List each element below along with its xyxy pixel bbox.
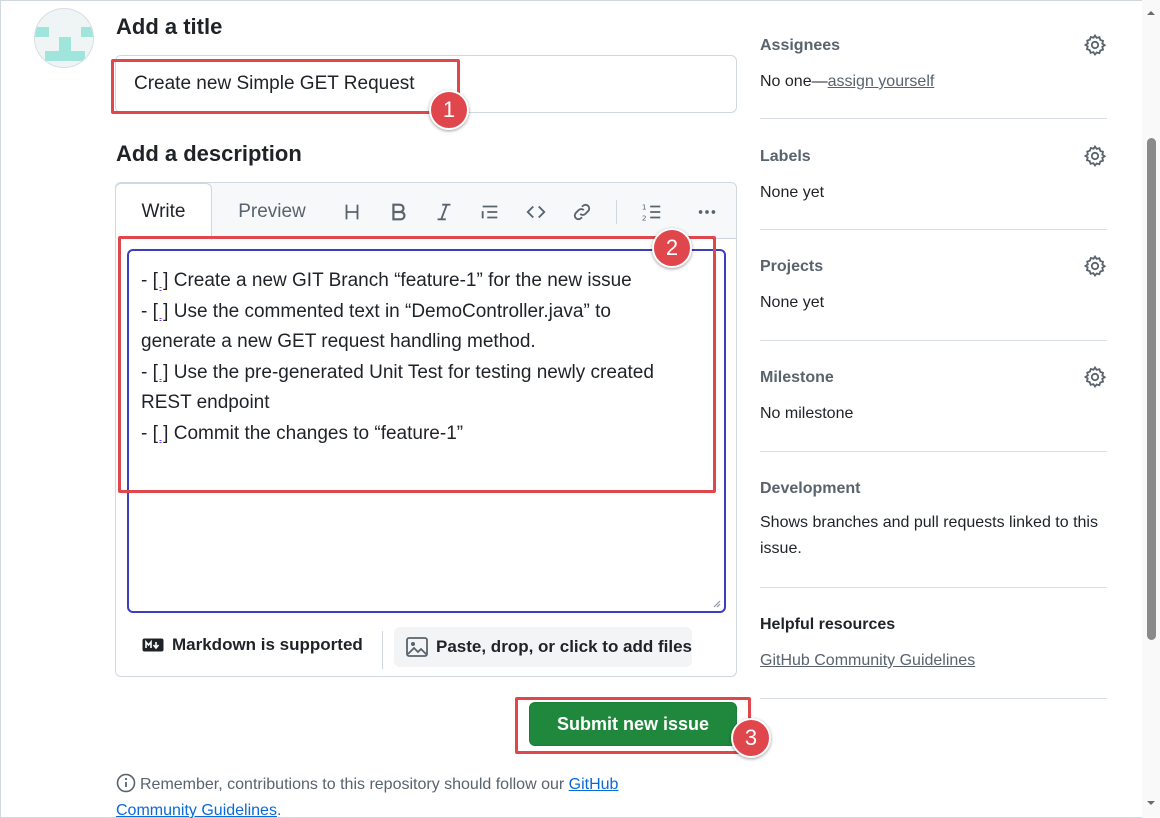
svg-text:1: 1 [642, 202, 647, 211]
quote-icon[interactable] [475, 197, 505, 227]
link-icon[interactable] [567, 197, 597, 227]
contribution-note-end: . [276, 802, 282, 818]
sidebar-labels: Labels None yet [760, 144, 1107, 202]
annotation-box-description [118, 236, 716, 493]
footer-divider [382, 631, 383, 669]
resize-handle-icon[interactable] [711, 598, 721, 608]
assign-yourself-link[interactable]: assign yourself [828, 73, 935, 90]
development-value: Shows branches and pull requests linked … [760, 514, 1098, 557]
code-icon[interactable] [521, 197, 551, 227]
sidebar-assignees: Assignees No one—assign yourself [760, 33, 1107, 91]
milestone-gear-icon[interactable] [1083, 365, 1107, 389]
sidebar-divider [760, 118, 1107, 119]
sidebar-divider [760, 340, 1107, 341]
contribution-note: Remember, contributions to this reposito… [116, 772, 716, 818]
projects-gear-icon[interactable] [1083, 254, 1107, 278]
guidelines-link-part1[interactable]: GitHub [569, 776, 619, 793]
more-icon[interactable] [692, 197, 722, 227]
guidelines-link-part2[interactable]: Community Guidelines [116, 802, 277, 818]
scroll-up-icon[interactable] [1146, 8, 1156, 18]
scrollbar-thumb[interactable] [1147, 138, 1156, 640]
annotation-box-title [111, 59, 460, 114]
markdown-icon [142, 638, 164, 652]
attach-files-button[interactable]: Paste, drop, or click to add files [394, 627, 692, 667]
assignees-gear-icon[interactable] [1083, 33, 1107, 57]
editor-toolbar: Write Preview 12 [115, 183, 736, 240]
labels-label: Labels [760, 148, 811, 165]
annotation-badge-3: 3 [731, 718, 771, 758]
sidebar-milestone: Milestone No milestone [760, 365, 1107, 423]
development-label: Development [760, 480, 861, 497]
scroll-down-icon[interactable] [1146, 798, 1156, 808]
milestone-value: No milestone [760, 405, 854, 422]
description-heading: Add a description [116, 141, 302, 166]
sidebar-projects: Projects None yet [760, 254, 1107, 312]
milestone-label: Milestone [760, 369, 834, 386]
scrollbar[interactable] [1142, 0, 1160, 818]
sidebar-development: Development Shows branches and pull requ… [760, 480, 1107, 562]
numbered-list-icon[interactable]: 12 [637, 197, 667, 227]
sidebar-divider [760, 229, 1107, 230]
annotation-box-submit [515, 697, 751, 754]
italic-icon[interactable] [429, 197, 459, 227]
markdown-supported[interactable]: Markdown is supported [142, 635, 363, 655]
toolbar-divider [616, 200, 617, 224]
editor-footer: Markdown is supported Paste, drop, or cl… [116, 623, 736, 675]
sidebar-helpful-resources: Helpful resources GitHub Community Guide… [760, 616, 1107, 670]
projects-value: None yet [760, 294, 825, 311]
assignees-label: Assignees [760, 37, 841, 54]
tab-preview[interactable]: Preview [224, 183, 320, 240]
info-icon [116, 773, 136, 793]
svg-text:2: 2 [642, 213, 647, 222]
markdown-note: Markdown is supported [172, 635, 363, 654]
labels-gear-icon[interactable] [1083, 144, 1107, 168]
sidebar-divider [760, 698, 1107, 699]
heading-icon[interactable] [337, 197, 367, 227]
tab-write[interactable]: Write [115, 183, 212, 240]
community-guidelines-link[interactable]: GitHub Community Guidelines [760, 652, 975, 669]
image-icon [406, 637, 428, 657]
helpful-resources-label: Helpful resources [760, 616, 896, 633]
annotation-badge-1: 1 [429, 90, 469, 130]
title-heading: Add a title [116, 14, 223, 39]
projects-label: Projects [760, 258, 824, 275]
annotation-badge-2: 2 [652, 228, 692, 268]
contribution-note-text: Remember, contributions to this reposito… [140, 776, 569, 793]
attach-files-label: Paste, drop, or click to add files [436, 637, 693, 656]
labels-value: None yet [760, 184, 825, 201]
sidebar-divider [760, 451, 1107, 452]
sidebar-divider [760, 587, 1107, 588]
bold-icon[interactable] [383, 197, 413, 227]
avatar[interactable] [34, 8, 94, 68]
assignees-value: No one— [760, 73, 828, 90]
